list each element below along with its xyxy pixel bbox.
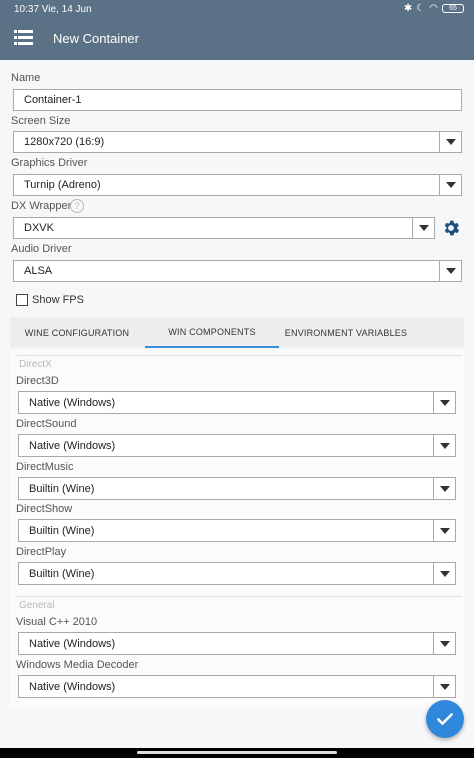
graphics-driver-value: Turnip (Adreno) [24,179,101,191]
direct3d-value: Native (Windows) [29,396,116,409]
screen-size-value: 1280x720 (16:9) [24,136,105,148]
directsound-select[interactable]: Native (Windows) [18,434,456,457]
name-label: Name [11,72,41,84]
help-circle-icon[interactable]: ? [70,199,84,213]
dx-wrapper-select[interactable]: DXVK [13,217,435,239]
home-gesture-handle[interactable] [137,751,337,754]
audio-driver-select[interactable]: ALSA [13,260,462,282]
audio-driver-value: ALSA [24,265,53,277]
screen-size-select[interactable]: 1280x720 (16:9) [13,131,462,153]
wmd-select[interactable]: Native (Windows) [18,675,456,698]
dx-wrapper-label: DX Wrapper [11,200,72,212]
directsound-label: DirectSound [16,418,77,430]
chevron-down-icon[interactable] [433,392,455,413]
dx-wrapper-value: DXVK [24,222,54,234]
tab-environment-variables[interactable]: ENVIRONMENT VARIABLES [279,317,413,348]
chevron-down-icon[interactable] [433,435,455,456]
name-input[interactable]: Container-1 [13,89,462,111]
tab-wine-configuration[interactable]: WINE CONFIGURATION [10,317,144,348]
directsound-value: Native (Windows) [29,439,116,452]
directplay-select[interactable]: Builtin (Wine) [18,562,456,585]
vcpp-select[interactable]: Native (Windows) [18,632,456,655]
wmd-label: Windows Media Decoder [16,659,139,671]
chevron-down-icon[interactable] [433,520,455,541]
section-divider [16,355,462,356]
tab-bar: WINE CONFIGURATION WIN COMPONENTS ENVIRO… [10,317,464,348]
app-bar: New Container [0,18,474,60]
wmd-value: Native (Windows) [29,680,116,693]
section-divider [16,596,462,597]
navigation-bar [0,748,474,758]
general-section-title: General [19,600,55,611]
chevron-down-icon[interactable] [439,261,461,281]
directshow-value: Builtin (Wine) [29,524,95,537]
tab-win-components[interactable]: WIN COMPONENTS [145,317,279,348]
directplay-value: Builtin (Wine) [29,567,95,580]
gear-icon[interactable] [441,218,461,238]
graphics-driver-select[interactable]: Turnip (Adreno) [13,174,462,196]
directshow-label: DirectShow [16,503,73,515]
chevron-down-icon[interactable] [433,563,455,584]
bluetooth-icon: ✱ [403,3,413,14]
list-menu-icon[interactable] [14,30,34,46]
chevron-down-icon[interactable] [439,175,461,195]
vcpp-label: Visual C++ 2010 [16,616,98,628]
screen-size-label: Screen Size [11,115,71,127]
chevron-down-icon[interactable] [433,478,455,499]
wifi-icon: ◠ [429,3,438,14]
chevron-down-icon[interactable] [439,132,461,152]
graphics-driver-label: Graphics Driver [11,157,88,169]
directmusic-label: DirectMusic [16,461,74,473]
chevron-down-icon[interactable] [433,676,455,697]
direct3d-select[interactable]: Native (Windows) [18,391,456,414]
chevron-down-icon[interactable] [412,218,434,238]
directplay-label: DirectPlay [16,546,67,558]
status-bar: 10:37 Vie, 14 Jun ✱ ☾ ◠ 65 [0,0,474,18]
name-input-value: Container-1 [24,94,82,106]
audio-driver-label: Audio Driver [11,243,72,255]
directshow-select[interactable]: Builtin (Wine) [18,519,456,542]
show-fps-checkbox[interactable] [16,294,28,306]
vcpp-value: Native (Windows) [29,637,116,650]
confirm-button[interactable] [426,700,464,738]
do-not-disturb-icon: ☾ [416,3,426,14]
show-fps-label: Show FPS [32,294,84,306]
directx-section-title: DirectX [19,359,52,370]
direct3d-label: Direct3D [16,375,59,387]
status-icons: ✱ ☾ ◠ 65 [404,3,464,14]
chevron-down-icon[interactable] [433,633,455,654]
page-title: New Container [53,31,139,46]
check-icon [437,713,453,725]
status-time: 10:37 Vie, 14 Jun [14,4,92,15]
battery-icon: 65 [442,4,464,13]
directmusic-select[interactable]: Builtin (Wine) [18,477,456,500]
directmusic-value: Builtin (Wine) [29,482,95,495]
